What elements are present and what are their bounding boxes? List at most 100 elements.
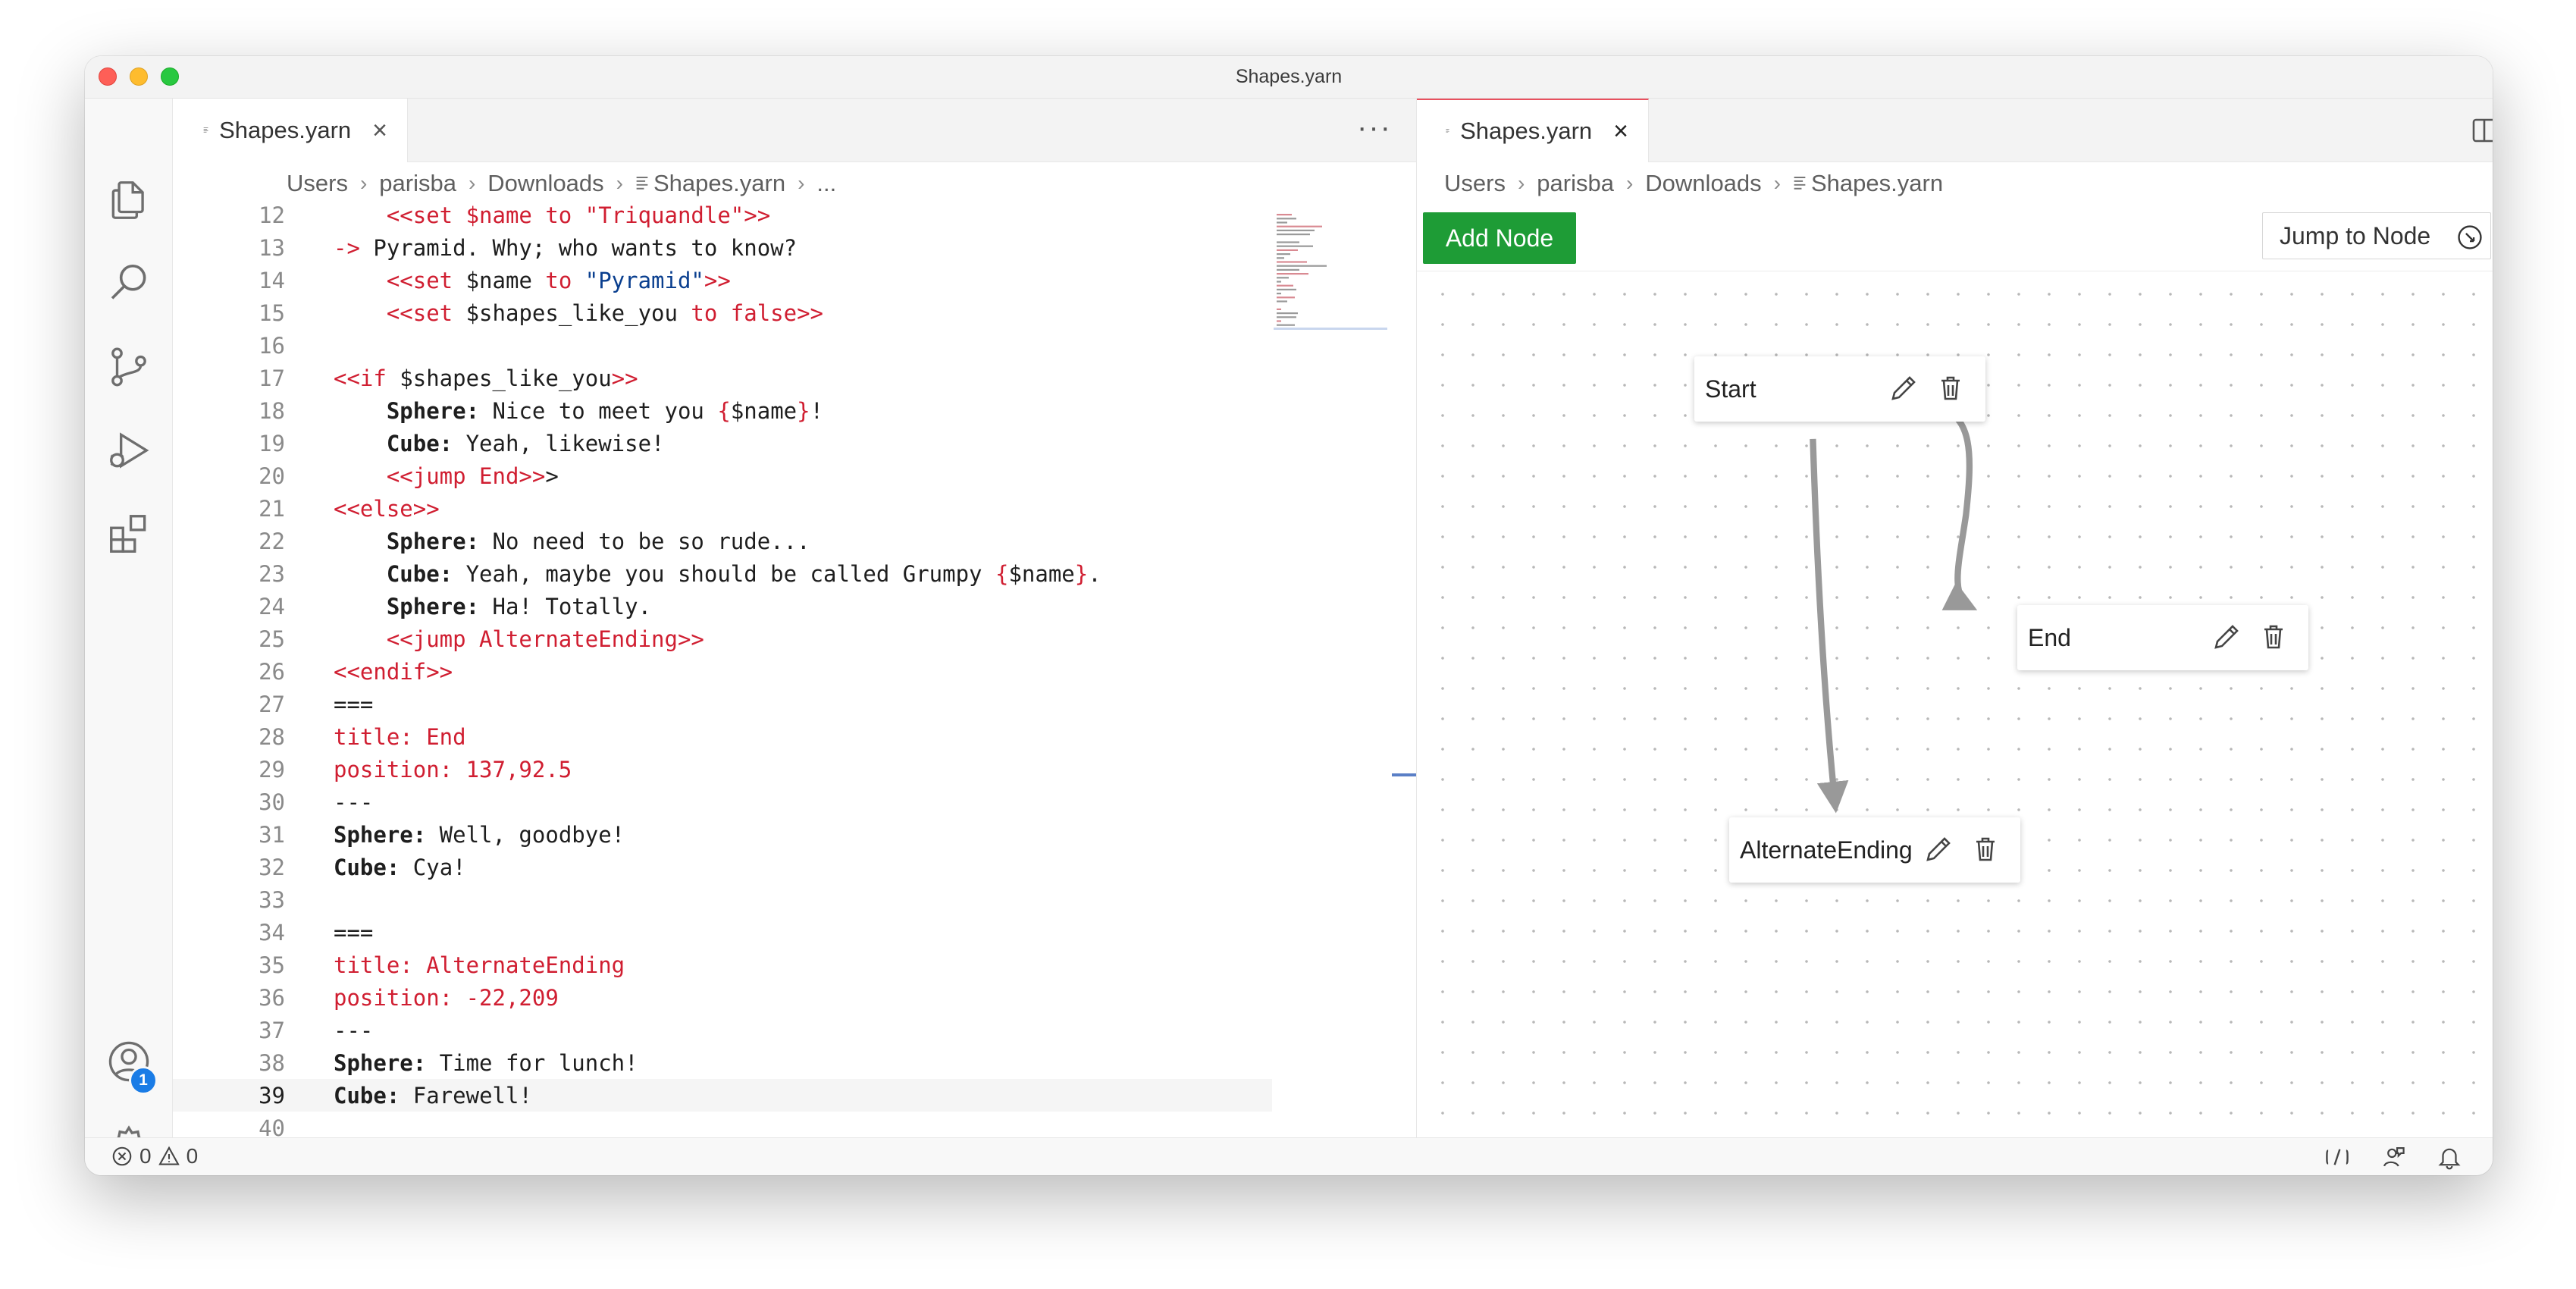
tab-close-icon[interactable]: ×: [372, 118, 387, 143]
code-line[interactable]: 38 Sphere: Time for lunch!: [173, 1046, 1272, 1079]
code-line[interactable]: 23 Cube: Yeah, maybe you should be calle…: [173, 557, 1272, 590]
edit-pencil-icon[interactable]: [2211, 622, 2242, 652]
code-line[interactable]: 18 Sphere: Nice to meet you {$name}!: [173, 394, 1272, 427]
code-line[interactable]: 28 title: End: [173, 720, 1272, 753]
code-text: <<else>>: [334, 496, 440, 522]
maximize-window-button[interactable]: [161, 67, 179, 86]
edit-pencil-icon[interactable]: [1923, 834, 1954, 864]
breadcrumb-file[interactable]: Shapes.yarn: [1793, 170, 1943, 197]
code-line[interactable]: 13 -> Pyramid. Why; who wants to know?: [173, 231, 1272, 264]
code-token: }: [1074, 560, 1089, 587]
tab-shapes-yarn-text[interactable]: Shapes.yarn ×: [173, 99, 408, 162]
code-text: <<jump AlternateEnding>>: [334, 626, 704, 652]
problems-indicator[interactable]: 0 0: [111, 1144, 198, 1168]
line-number: 26: [259, 658, 285, 685]
breadcrumb-item[interactable]: parisba: [1537, 170, 1614, 197]
code-line[interactable]: 31 Sphere: Well, goodbye!: [173, 818, 1272, 851]
line-number: 33: [259, 886, 285, 913]
code-line[interactable]: 14 <<set $name to "Pyramid">>: [173, 264, 1272, 296]
code-editor[interactable]: 12 <<set $name to "Triquandle">> 13 -> Pyr…: [173, 205, 1272, 1137]
delete-trash-icon[interactable]: [2258, 622, 2289, 652]
code-line[interactable]: 34 ===: [173, 916, 1272, 949]
code-line[interactable]: 30 ---: [173, 786, 1272, 818]
code-text: Sphere: Nice to meet you {$name}!: [334, 398, 823, 424]
code-line[interactable]: 21 <<else>>: [173, 492, 1272, 525]
extensions-icon[interactable]: [85, 497, 173, 570]
minimap-line: [1277, 273, 1308, 275]
line-number: 35: [259, 952, 285, 978]
activity-bar: 1: [85, 99, 173, 1168]
code-line[interactable]: 37 ---: [173, 1014, 1272, 1046]
code-line[interactable]: 17 <<if $shapes_like_you>>: [173, 362, 1272, 394]
edit-pencil-icon[interactable]: [1888, 373, 1919, 403]
graph-node-start[interactable]: Start: [1694, 356, 1985, 422]
code-line[interactable]: 22 Sphere: No need to be so rude...: [173, 525, 1272, 557]
line-number: 23: [259, 560, 285, 587]
code-text: Cube: Cya!: [334, 855, 466, 880]
code-line[interactable]: 29 position: 137,92.5: [173, 753, 1272, 786]
code-line[interactable]: 19 Cube: Yeah, likewise!: [173, 427, 1272, 459]
code-text: <<endif>>: [334, 659, 453, 685]
code-line[interactable]: 40: [173, 1112, 1272, 1138]
code-line[interactable]: 15 <<set $shapes_like_you to false>>: [173, 296, 1272, 329]
source-control-icon[interactable]: [85, 331, 173, 403]
search-icon[interactable]: [85, 247, 173, 320]
node-graph-canvas[interactable]: Start End AlternateEnding: [1417, 271, 2493, 1137]
breadcrumb-item[interactable]: Downloads: [1645, 170, 1761, 197]
minimize-window-button[interactable]: [130, 67, 148, 86]
code-line[interactable]: 25 <<jump AlternateEnding>>: [173, 623, 1272, 655]
split-editor-icon[interactable]: [2471, 117, 2493, 144]
explorer-icon[interactable]: [85, 164, 173, 237]
language-mode-icon[interactable]: [2324, 1144, 2350, 1170]
chevron-right-icon: ›: [468, 171, 476, 195]
add-node-button[interactable]: Add Node: [1423, 212, 1576, 264]
code-line[interactable]: 33: [173, 883, 1272, 916]
code-line[interactable]: 24 Sphere: Ha! Totally.: [173, 590, 1272, 623]
breadcrumb-file[interactable]: Shapes.yarn: [635, 170, 785, 197]
error-count: 0: [139, 1144, 152, 1168]
code-line[interactable]: 36 position: -22,209: [173, 981, 1272, 1014]
code-line[interactable]: 26 <<endif>>: [173, 655, 1272, 688]
code-token: Sphere:: [334, 593, 480, 619]
tab-shapes-yarn-graph[interactable]: Shapes.yarn ×: [1417, 99, 1649, 162]
code-line[interactable]: 39 Cube: Farewell!: [173, 1079, 1272, 1112]
graph-node-end[interactable]: End: [2017, 605, 2308, 670]
code-line[interactable]: 27 ===: [173, 688, 1272, 720]
code-line[interactable]: 35 title: AlternateEnding: [173, 949, 1272, 981]
code-line[interactable]: 12 <<set $name to "Triquandle">>: [173, 205, 1272, 231]
code-token: <<if: [334, 365, 387, 391]
line-number: 27: [259, 691, 285, 717]
code-token: <<jump End>>: [334, 463, 546, 489]
feedback-icon[interactable]: [2380, 1144, 2406, 1170]
graph-node-alternate-ending[interactable]: AlternateEnding: [1729, 817, 2020, 883]
breadcrumb-item[interactable]: Users: [1444, 170, 1506, 197]
code-line[interactable]: 16: [173, 329, 1272, 362]
code-token: <<set $name to "Triquandle">>: [334, 205, 771, 228]
node-actions: [1888, 373, 1966, 403]
breadcrumb-item[interactable]: ...: [816, 170, 836, 197]
more-actions-icon[interactable]: ···: [1357, 112, 1392, 143]
breadcrumb-item[interactable]: Downloads: [487, 170, 603, 197]
chevron-right-icon: ›: [798, 171, 805, 195]
file-lines-icon: [636, 177, 648, 190]
jump-to-node-button[interactable]: Jump to Node: [2262, 212, 2491, 259]
minimap-line: [1277, 268, 1299, 271]
line-number: 31: [259, 821, 285, 848]
notifications-bell-icon[interactable]: [2437, 1144, 2462, 1170]
chevron-right-icon: ›: [1517, 171, 1525, 195]
close-window-button[interactable]: [99, 67, 117, 86]
delete-trash-icon[interactable]: [1935, 373, 1966, 403]
code-line[interactable]: 20 <<jump End>>>: [173, 459, 1272, 492]
breadcrumb-item[interactable]: Users: [287, 170, 348, 197]
error-icon: [112, 1146, 132, 1166]
code-token: .: [1088, 560, 1102, 587]
account-icon[interactable]: 1: [85, 1025, 173, 1098]
code-line[interactable]: 32 Cube: Cya!: [173, 851, 1272, 883]
delete-trash-icon[interactable]: [1970, 834, 2001, 864]
breadcrumb-item[interactable]: parisba: [379, 170, 456, 197]
tab-close-icon[interactable]: ×: [1613, 118, 1628, 144]
run-debug-icon[interactable]: [85, 414, 173, 487]
minimap[interactable]: [1274, 211, 1387, 340]
node-actions: [2211, 622, 2289, 652]
